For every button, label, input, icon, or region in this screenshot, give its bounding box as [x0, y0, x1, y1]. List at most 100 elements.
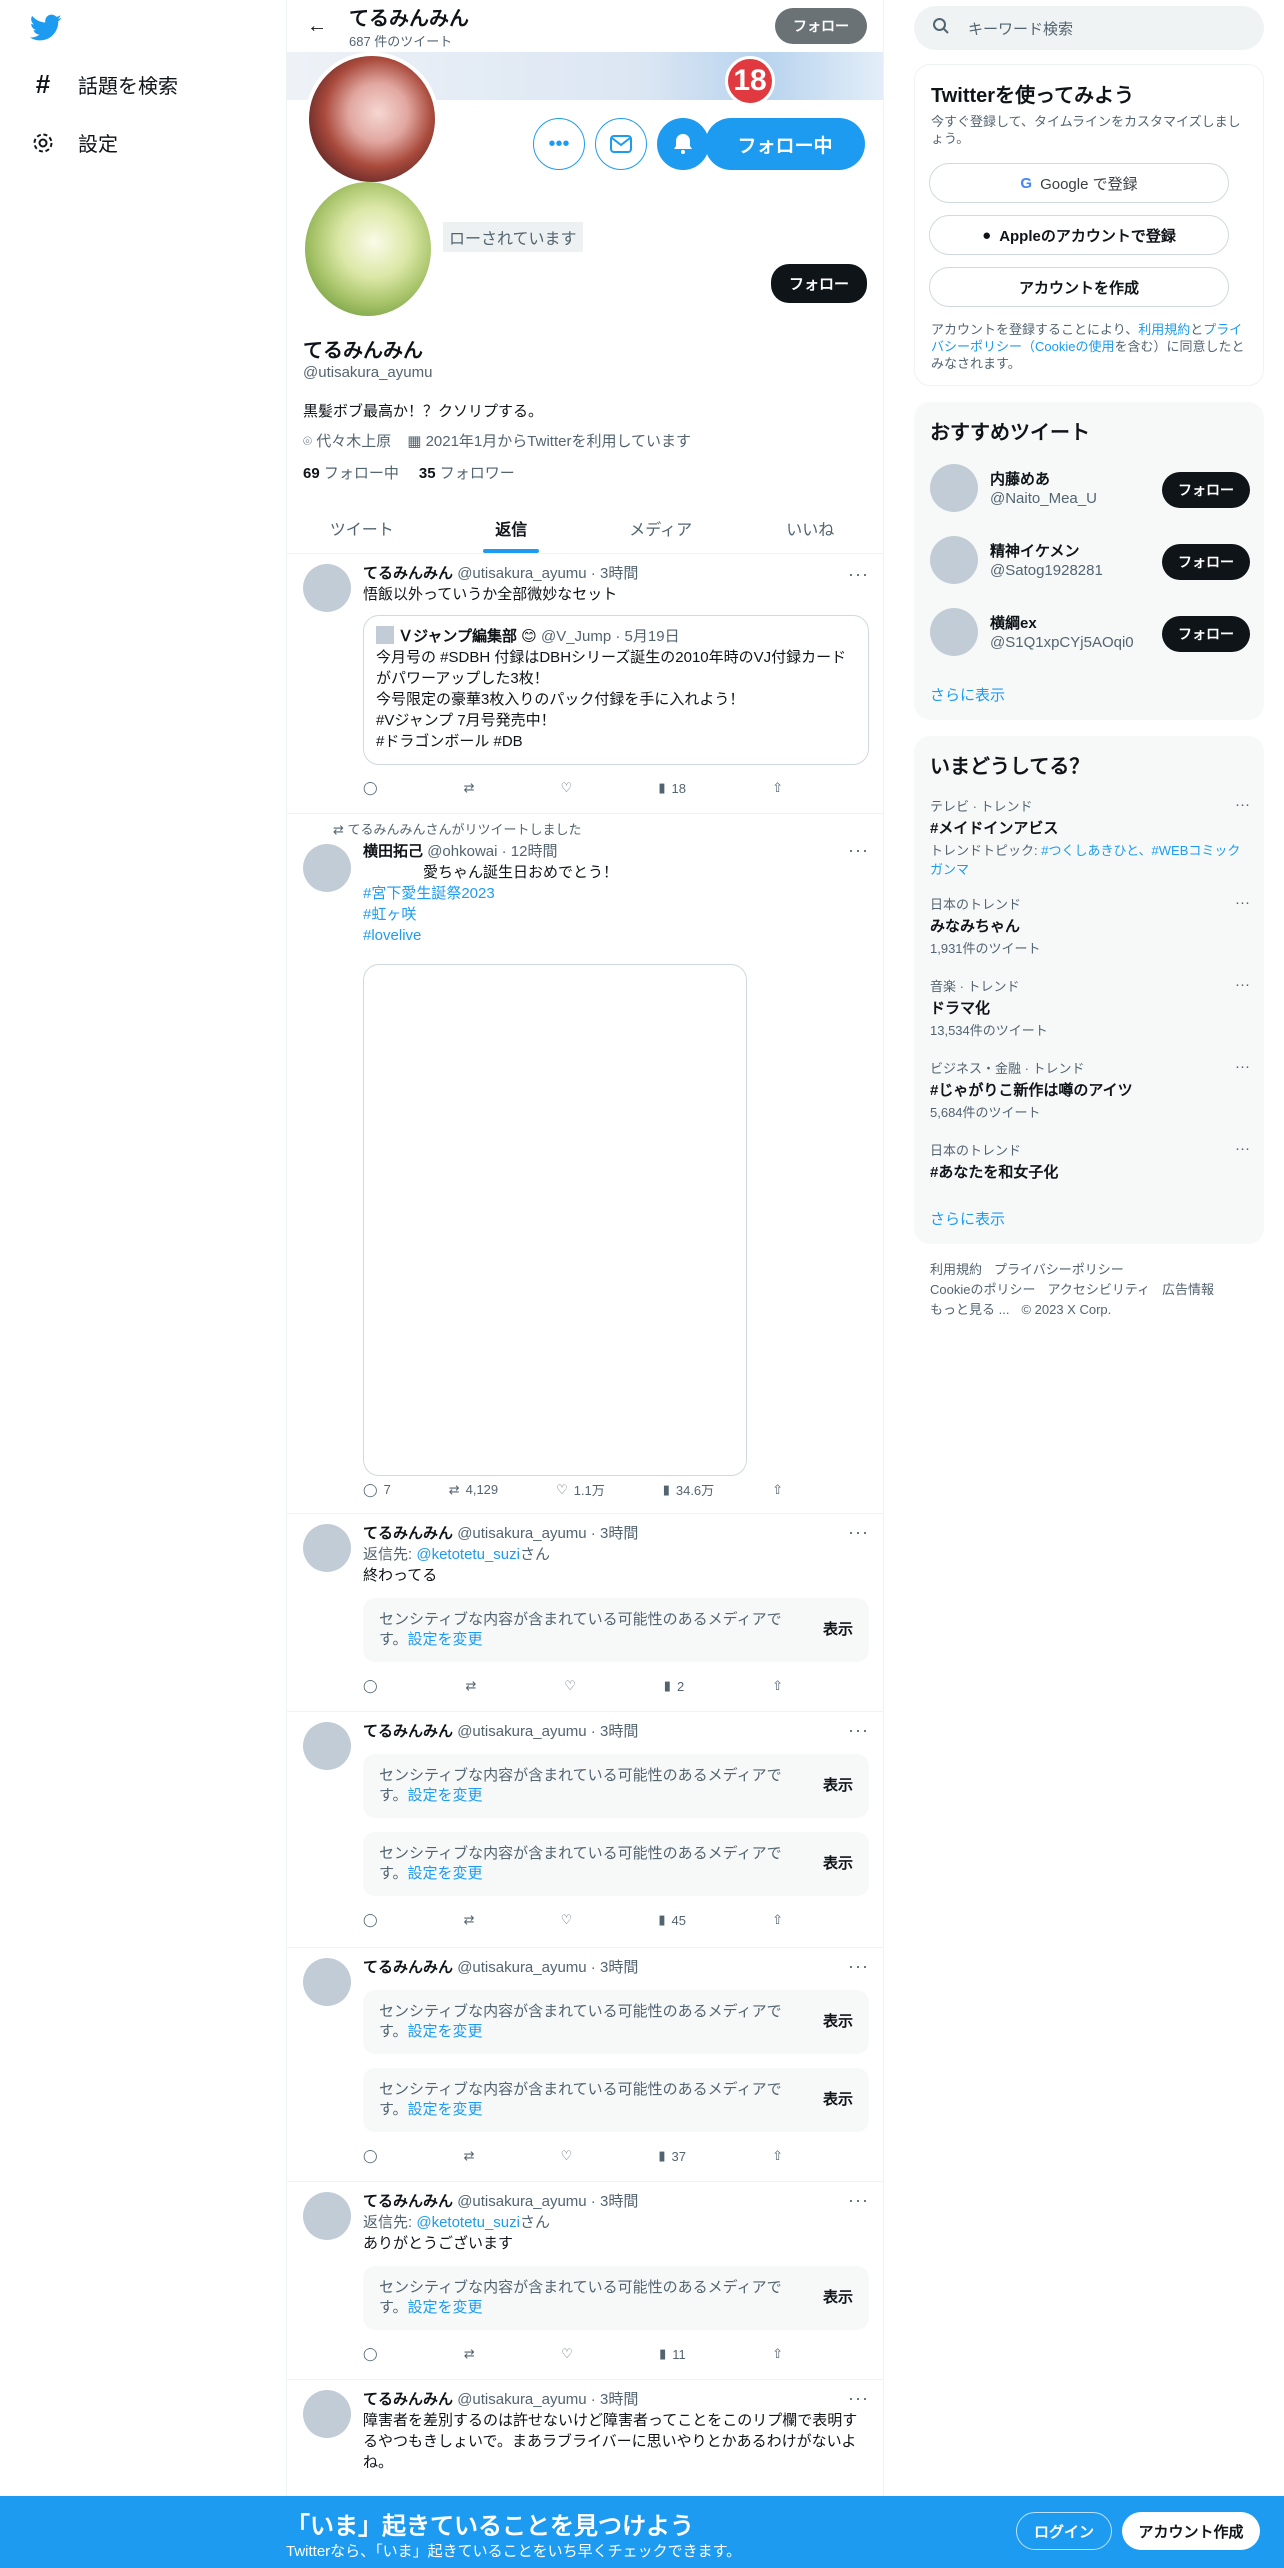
tweet[interactable]: ··· てるみんみん @utisakura_ayumu · 3時間 センシティブ… [287, 1948, 883, 2182]
follow-button[interactable]: フォロー [1162, 544, 1250, 580]
change-settings-link[interactable]: 設定を変更 [408, 2023, 483, 2040]
show-more-link[interactable]: さらに表示 [930, 684, 1005, 705]
retweet-button[interactable]: ⇄ [464, 2346, 475, 2362]
follow-button[interactable]: フォロー [770, 264, 867, 303]
reply-button[interactable]: ◯ [363, 1912, 378, 1928]
share-button[interactable]: ⇧ [772, 2148, 783, 2164]
footer-link[interactable]: 利用規約 [930, 1262, 982, 1277]
twitter-logo-icon[interactable] [30, 14, 62, 42]
show-button[interactable]: 表示 [823, 2288, 853, 2308]
avatar[interactable] [303, 1722, 351, 1770]
more-icon[interactable]: ··· [1235, 796, 1250, 813]
tweet[interactable]: ··· てるみんみん @utisakura_ayumu · 3時間 センシティブ… [287, 1712, 883, 1948]
signup-button[interactable]: アカウント作成 [1122, 2512, 1260, 2550]
show-button[interactable]: 表示 [823, 1776, 853, 1796]
avatar[interactable] [303, 1524, 351, 1572]
recommended-user[interactable]: 内藤めあ @Naito_Mea_U フォロー [930, 464, 1250, 520]
change-settings-link[interactable]: 設定を変更 [408, 2299, 483, 2316]
quote-tweet[interactable]: Ｖジャンプ編集部 😊 @V_Jump · 5月19日 今月号の #SDBH 付録… [363, 615, 869, 765]
tab-tweets[interactable]: ツイート [287, 502, 437, 553]
tweet-author[interactable]: てるみんみん [363, 2193, 453, 2210]
change-settings-link[interactable]: 設定を変更 [408, 1631, 483, 1648]
notifications-button[interactable] [657, 118, 709, 170]
views-button[interactable]: ▮ 2 [664, 1678, 684, 1694]
like-button[interactable]: ♡ [561, 1912, 573, 1928]
following-link[interactable]: 69 フォロー中 [303, 462, 399, 483]
share-button[interactable]: ⇧ [772, 780, 783, 796]
reply-to-link[interactable]: @ketotetu_suzi [416, 2214, 520, 2231]
header-follow-button[interactable]: フォロー [775, 8, 867, 44]
create-account-button[interactable]: アカウントを作成 [929, 267, 1229, 307]
tab-likes[interactable]: いいね [736, 502, 884, 553]
tweet-author[interactable]: てるみんみん [363, 2391, 453, 2408]
show-button[interactable]: 表示 [823, 2012, 853, 2032]
like-button[interactable]: ♡ [564, 1678, 576, 1694]
nav-explore[interactable]: # 話題を検索 [30, 69, 178, 99]
retweet-button[interactable]: ⇄ [465, 1678, 476, 1694]
show-button[interactable]: 表示 [823, 1854, 853, 1874]
message-button[interactable] [595, 118, 647, 170]
share-button[interactable]: ⇧ [772, 2346, 783, 2362]
change-settings-link[interactable]: 設定を変更 [408, 1787, 483, 1804]
views-button[interactable]: ▮ 11 [659, 2346, 686, 2362]
views-button[interactable]: ▮ 18 [658, 780, 686, 796]
profile-avatar[interactable] [305, 52, 439, 186]
show-more-link[interactable]: さらに表示 [930, 1208, 1005, 1229]
tab-replies[interactable]: 返信 [437, 502, 587, 553]
login-button[interactable]: ログイン [1016, 2512, 1112, 2550]
share-button[interactable]: ⇧ [772, 1912, 783, 1928]
footer-link[interactable]: Cookieのポリシー [930, 1282, 1035, 1297]
views-button[interactable]: ▮ 34.6万 [663, 1480, 714, 1499]
retweet-button[interactable]: ⇄ [464, 780, 475, 796]
tweet-author[interactable]: てるみんみん [363, 1723, 453, 1740]
google-signup-button[interactable]: G Google で登録 [929, 163, 1229, 203]
more-icon[interactable]: ··· [1235, 976, 1250, 993]
more-options-button[interactable]: ••• [533, 118, 585, 170]
follow-button[interactable]: フォロー [1162, 616, 1250, 652]
trend-item[interactable]: 音楽 · トレンド ドラマ化 13,534件のツイート ··· [930, 976, 1250, 1039]
tweet[interactable]: ⇄ てるみんみんさんがリツイートしました ··· 横田拓己 @ohkowai ·… [287, 814, 883, 1514]
terms-link[interactable]: 利用規約 [1138, 322, 1190, 337]
share-button[interactable]: ⇧ [772, 1480, 783, 1499]
recommended-user[interactable]: 横綱ex @S1Q1xpCYj5AOqi0 フォロー [930, 608, 1250, 664]
avatar[interactable] [303, 1958, 351, 2006]
more-icon[interactable]: ··· [1235, 894, 1250, 911]
back-arrow-icon[interactable]: ← [299, 8, 335, 44]
footer-link[interactable]: 広告情報 [1162, 1282, 1214, 1297]
hashtag-link[interactable]: #虹ヶ咲 [363, 904, 869, 925]
retweet-button[interactable]: ⇄ [464, 2148, 475, 2164]
reply-to-link[interactable]: @ketotetu_suzi [416, 1546, 520, 1563]
show-button[interactable]: 表示 [823, 1620, 853, 1640]
more-icon[interactable]: ··· [1235, 1140, 1250, 1157]
search-input[interactable]: キーワード検索 [914, 6, 1264, 50]
tweet[interactable]: ··· てるみんみん @utisakura_ayumu · 3時間 返信先: @… [287, 1514, 883, 1712]
show-button[interactable]: 表示 [823, 2090, 853, 2110]
reply-button[interactable]: ◯ [363, 2148, 378, 2164]
views-button[interactable]: ▮ 45 [658, 1912, 686, 1928]
recommended-user[interactable]: 精神イケメン @Satog1928281 フォロー [930, 536, 1250, 592]
like-button[interactable]: ♡ [561, 780, 573, 796]
retweet-button[interactable]: ⇄ 4,129 [449, 1480, 498, 1499]
following-button[interactable]: フォロー中 [705, 118, 865, 170]
tweet-author[interactable]: 横田拓己 [363, 843, 423, 860]
footer-link[interactable]: もっと見る ... [930, 1302, 1009, 1317]
nav-settings[interactable]: 設定 [30, 128, 118, 157]
followers-link[interactable]: 35 フォロワー [419, 462, 515, 483]
footer-link[interactable]: プライバシーポリシー [994, 1262, 1124, 1277]
reply-button[interactable]: ◯ 7 [363, 1480, 391, 1499]
tweet-media[interactable] [363, 964, 747, 1476]
footer-link[interactable]: アクセシビリティ [1047, 1282, 1150, 1297]
apple-signup-button[interactable]: ● Appleのアカウントで登録 [929, 215, 1229, 255]
like-button[interactable]: ♡ [561, 2346, 573, 2362]
follow-button[interactable]: フォロー [1162, 472, 1250, 508]
trend-item[interactable]: 日本のトレンド #あなたを和女子化 ··· [930, 1140, 1250, 1182]
more-icon[interactable]: ··· [1235, 1058, 1250, 1075]
tweet[interactable]: ··· てるみんみん @utisakura_ayumu · 3時間 返信先: @… [287, 2182, 883, 2380]
tweet[interactable]: ··· てるみんみん @utisakura_ayumu · 3時間 悟飯以外って… [287, 554, 883, 814]
like-button[interactable]: ♡ [561, 2148, 573, 2164]
tweet-author[interactable]: てるみんみん [363, 1525, 453, 1542]
views-button[interactable]: ▮ 37 [658, 2148, 686, 2164]
trend-item[interactable]: 日本のトレンド みなみちゃん 1,931件のツイート ··· [930, 894, 1250, 957]
avatar[interactable] [303, 844, 351, 892]
avatar[interactable] [303, 2390, 351, 2438]
